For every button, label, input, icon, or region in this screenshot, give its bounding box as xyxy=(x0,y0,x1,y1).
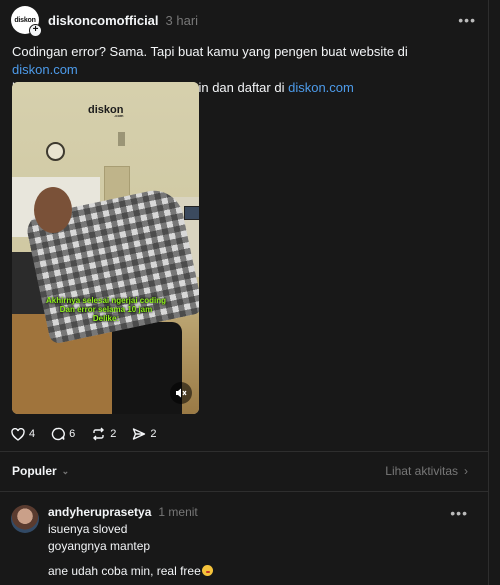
commenter-avatar[interactable] xyxy=(11,505,39,533)
author-username[interactable]: diskoncomofficial xyxy=(48,13,159,28)
comment-icon xyxy=(51,427,65,441)
comment-header: andyheruprasetya 1 menit xyxy=(48,505,198,519)
chevron-down-icon: ⌄ xyxy=(61,465,70,476)
video-subtitle: Akhirnya selesai ngerjai coding Dan erro… xyxy=(26,296,186,323)
caption-text-1: Codingan error? Sama. Tapi buat kamu yan… xyxy=(12,44,408,59)
post-time: 3 hari xyxy=(165,12,199,28)
video-brand-watermark: diskon .com xyxy=(88,104,124,118)
caption-link-2[interactable]: diskon.com xyxy=(288,80,354,95)
subtitle-line-2: Dan error selama 10 jam xyxy=(59,305,153,314)
sort-label: Populer xyxy=(12,464,57,478)
comment-time: 1 menit xyxy=(158,505,198,519)
author-avatar[interactable]: diskon + xyxy=(11,6,42,37)
view-activity-label: Lihat aktivitas xyxy=(385,464,458,478)
comment-line-2: goyangnya mantep xyxy=(48,539,151,553)
like-button[interactable]: 4 xyxy=(11,427,36,441)
post-video[interactable]: diskon .com Akhirnya selesai ngerjai cod… xyxy=(12,82,199,414)
caption-link-1[interactable]: diskon.com xyxy=(12,62,78,77)
video-monitor xyxy=(184,206,199,220)
divider xyxy=(0,451,488,452)
post-actions: 4 6 2 2 xyxy=(11,425,173,443)
follow-plus-icon[interactable]: + xyxy=(29,24,42,37)
repost-count: 2 xyxy=(110,428,117,440)
repost-button[interactable]: 2 xyxy=(91,427,116,441)
share-button[interactable]: 2 xyxy=(132,427,157,441)
commenter-username[interactable]: andyheruprasetya xyxy=(48,505,151,519)
view-activity-link[interactable]: Lihat aktivitas › xyxy=(385,464,468,478)
subtitle-line-3: Delike: xyxy=(92,314,120,323)
comment-line-1: isuenya sloved xyxy=(48,522,128,536)
like-count: 4 xyxy=(29,428,36,440)
send-icon xyxy=(133,428,146,440)
comment-line-3: ane udah coba min, real free xyxy=(48,564,213,578)
post-header: diskon + diskoncomofficial 3 hari ••• xyxy=(11,6,476,37)
video-clock xyxy=(46,142,65,161)
sort-dropdown[interactable]: Populer ⌄ xyxy=(12,464,69,478)
video-person-head xyxy=(34,187,72,233)
thread-panel: diskon + diskoncomofficial 3 hari ••• Co… xyxy=(0,0,489,585)
more-options-icon[interactable]: ••• xyxy=(458,12,476,28)
chevron-right-icon: › xyxy=(464,464,468,478)
repost-icon xyxy=(93,427,105,441)
heart-icon xyxy=(11,427,25,441)
share-count: 2 xyxy=(150,428,157,440)
comment-more-icon[interactable]: ••• xyxy=(450,505,468,521)
mute-icon[interactable] xyxy=(170,382,192,404)
comment-button[interactable]: 6 xyxy=(51,427,75,441)
subtitle-line-1: Akhirnya selesai ngerjai coding xyxy=(45,296,167,305)
comment-count: 6 xyxy=(69,428,76,440)
sort-row: Populer ⌄ Lihat aktivitas › xyxy=(12,464,468,478)
kissing-emoji-icon xyxy=(201,565,213,576)
video-frame xyxy=(118,132,125,146)
video-person-pants xyxy=(112,322,182,414)
divider xyxy=(0,491,488,492)
